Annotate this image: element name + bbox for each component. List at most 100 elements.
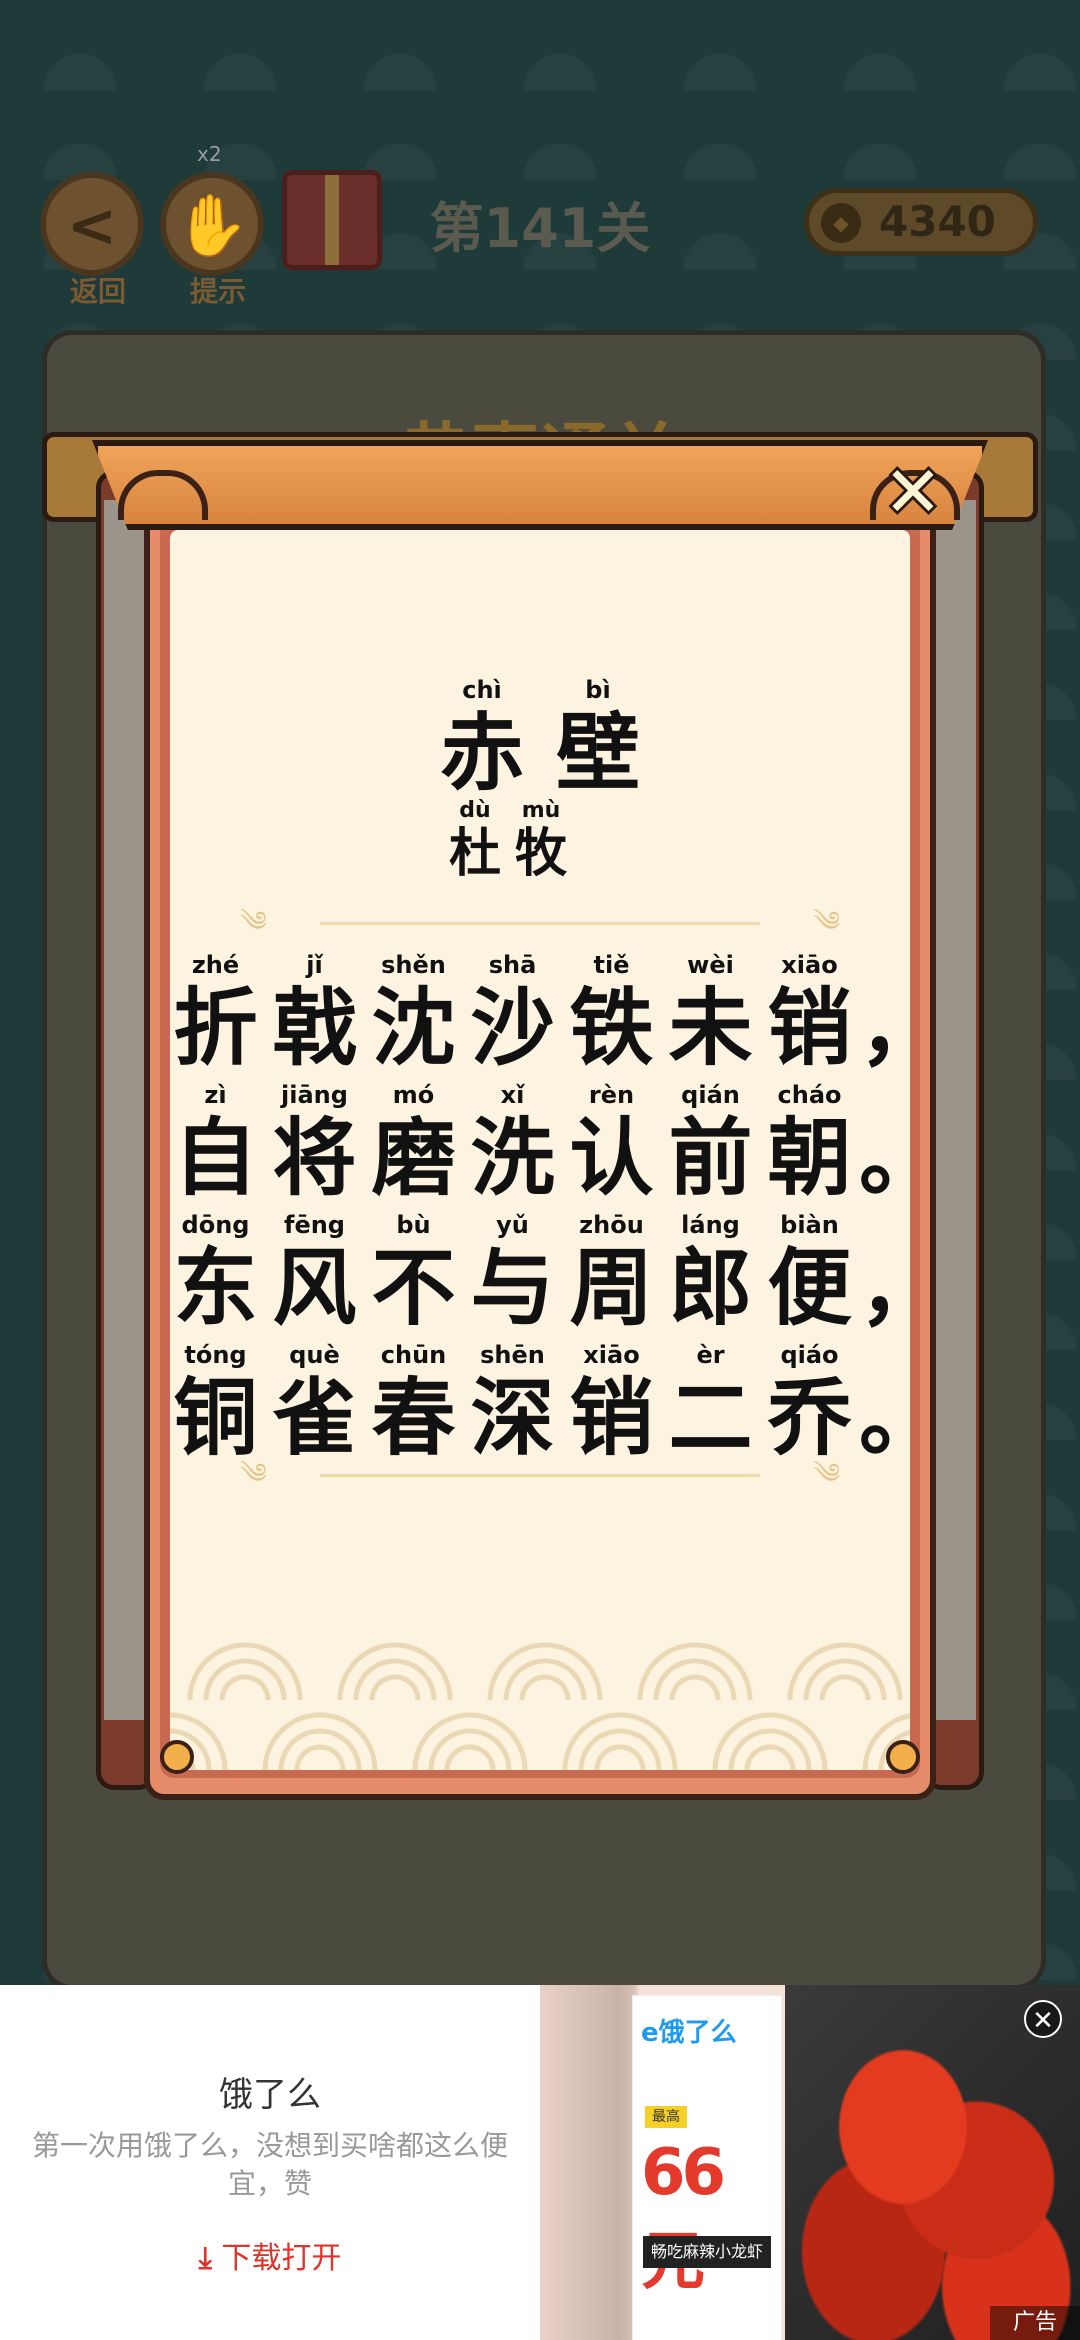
poem-char: shā 沙 xyxy=(463,950,562,1076)
crayfish-photo xyxy=(785,1985,1080,2340)
hanzi: 销 xyxy=(767,979,852,1077)
hanzi: 磨 xyxy=(371,1109,456,1207)
ad-banner[interactable]: 饿了么 第一次用饿了么，没想到买啥都这么便宜，赞 ⤓ 下载打开 e饿了么 最高 … xyxy=(0,1985,1080,2340)
ad-title: 饿了么 xyxy=(219,2075,321,2115)
ad-card-price: 66元 xyxy=(641,2136,726,2299)
poem-char: qiáo 乔 xyxy=(760,1340,859,1466)
pinyin: xiāo xyxy=(583,1341,640,1369)
divider-bottom: ༄ ༄ xyxy=(240,1460,840,1488)
pinyin: èr xyxy=(696,1341,725,1369)
pinyin: jǐ xyxy=(306,951,323,979)
poem-char: tóng 铜 xyxy=(166,1340,265,1466)
pinyin: qiáo xyxy=(780,1341,839,1369)
hanzi: 铜 xyxy=(173,1369,258,1467)
poem-char: rèn 认 xyxy=(562,1080,661,1206)
scroll-ornament-icon: ༄ xyxy=(813,1457,840,1490)
pinyin: biàn xyxy=(780,1211,839,1239)
hanzi: 周 xyxy=(569,1239,654,1337)
hanzi: 郎 xyxy=(668,1239,753,1337)
hanzi: 与 xyxy=(470,1239,555,1337)
pinyin: chì xyxy=(462,676,502,704)
pinyin: jiāng xyxy=(281,1081,348,1109)
poem-author: dù 杜 mù 牧 xyxy=(442,798,574,884)
pinyin: tóng xyxy=(184,1341,247,1369)
hanzi: 认 xyxy=(569,1109,654,1207)
scroll-ornament-icon: ༄ xyxy=(240,1457,267,1490)
ad-label: 广告 xyxy=(990,2306,1080,2340)
close-icon[interactable]: ✕ xyxy=(878,457,948,527)
poem-char: bù 不 xyxy=(364,1210,463,1336)
hanzi: 戟 xyxy=(272,979,357,1077)
hint-count-badge: x2 xyxy=(197,142,222,166)
coin-value: 4340 xyxy=(879,197,996,246)
poem-char: jiāng 将 xyxy=(265,1080,364,1206)
pinyin: zì xyxy=(204,1081,227,1109)
poem-char: tiě 铁 xyxy=(562,950,661,1076)
poem-char: wèi 未 xyxy=(661,950,760,1076)
poem-char: fēng 风 xyxy=(265,1210,364,1336)
title-char: chì 赤 xyxy=(424,675,540,801)
pinyin: què xyxy=(289,1341,340,1369)
author-char: dù 杜 xyxy=(442,798,508,884)
back-label: 返回 xyxy=(69,275,126,308)
pinyin: tiě xyxy=(593,951,630,979)
author-char: mù 牧 xyxy=(508,798,574,884)
ad-close-button[interactable]: ✕ xyxy=(1024,2000,1062,2038)
hanzi: 洗 xyxy=(470,1109,555,1207)
pinyin: dōng xyxy=(181,1211,250,1239)
ad-card-subtitle: 畅吃麻辣小龙虾 xyxy=(643,2236,771,2268)
poem-char: láng 郎 xyxy=(661,1210,760,1336)
pinyin: fēng xyxy=(284,1211,345,1239)
poem-char: zhé 折 xyxy=(166,950,265,1076)
scroll-top-bar xyxy=(92,440,988,530)
hanzi: 乔 xyxy=(767,1369,852,1467)
hanzi: 未 xyxy=(668,979,753,1077)
hanzi: 雀 xyxy=(272,1369,357,1467)
pinyin: yǔ xyxy=(496,1211,529,1239)
punctuation: ， xyxy=(859,1239,944,1337)
ad-card-brand: e饿了么 xyxy=(641,2018,737,2048)
pinyin: xiāo xyxy=(781,951,838,979)
hanzi: 自 xyxy=(173,1109,258,1207)
coin-icon: ◆ xyxy=(821,203,861,243)
scroll-ornament-icon: ༄ xyxy=(813,905,840,938)
title-char: bì 壁 xyxy=(540,675,656,801)
hanzi: 杜 xyxy=(448,824,501,884)
download-arrow-icon: ⤓ xyxy=(198,2241,212,2276)
poem-line: zhé 折 jǐ 戟 shěn 沈 shā 沙 tiě 铁 wèi 未 xiāo 销， xyxy=(166,950,943,1077)
pinyin: rèn xyxy=(588,1081,635,1109)
hanzi: 沙 xyxy=(470,979,555,1077)
poem-char: què 雀 xyxy=(265,1340,364,1466)
divider-line xyxy=(320,922,760,925)
hanzi: 前 xyxy=(668,1109,753,1207)
coin-counter: ◆ 4340 xyxy=(804,188,1038,256)
pinyin: qián xyxy=(681,1081,740,1109)
pinyin: mó xyxy=(392,1081,435,1109)
poem-char: yǔ 与 xyxy=(463,1210,562,1336)
hanzi: 销 xyxy=(569,1369,654,1467)
hanzi: 朝 xyxy=(767,1109,852,1207)
hanzi: 东 xyxy=(173,1239,258,1337)
poem-char: qián 前 xyxy=(661,1080,760,1206)
hanzi: 沈 xyxy=(371,979,456,1077)
pinyin: dù xyxy=(459,798,491,823)
poem-char: xiāo 销 xyxy=(562,1340,661,1466)
hanzi: 牧 xyxy=(514,824,567,884)
divider-line xyxy=(320,1474,760,1477)
poem-char: zhōu 周 xyxy=(562,1210,661,1336)
punctuation: 。 xyxy=(859,1109,944,1207)
ad-download-label: 下载打开 xyxy=(221,2241,342,2276)
pinyin: láng xyxy=(681,1211,740,1239)
poem-line: dōng 东 fēng 风 bù 不 yǔ 与 zhōu 周 láng 郎 biàn 便， xyxy=(166,1210,944,1337)
hanzi: 折 xyxy=(173,979,258,1077)
poem-char: shēn 深 xyxy=(463,1340,562,1466)
ad-download-button[interactable]: ⤓ 下载打开 xyxy=(0,2233,540,2277)
pinyin: cháo xyxy=(777,1081,842,1109)
ad-card-tag: 最高 xyxy=(645,2106,687,2128)
ad-image[interactable]: e饿了么 最高 66元 畅吃麻辣小龙虾 xyxy=(540,1985,1080,2340)
pinyin: bù xyxy=(396,1211,431,1239)
pinyin: wèi xyxy=(687,951,734,979)
pinyin: chūn xyxy=(380,1341,447,1369)
pinyin: zhōu xyxy=(579,1211,644,1239)
poem-char: èr 二 xyxy=(661,1340,760,1466)
